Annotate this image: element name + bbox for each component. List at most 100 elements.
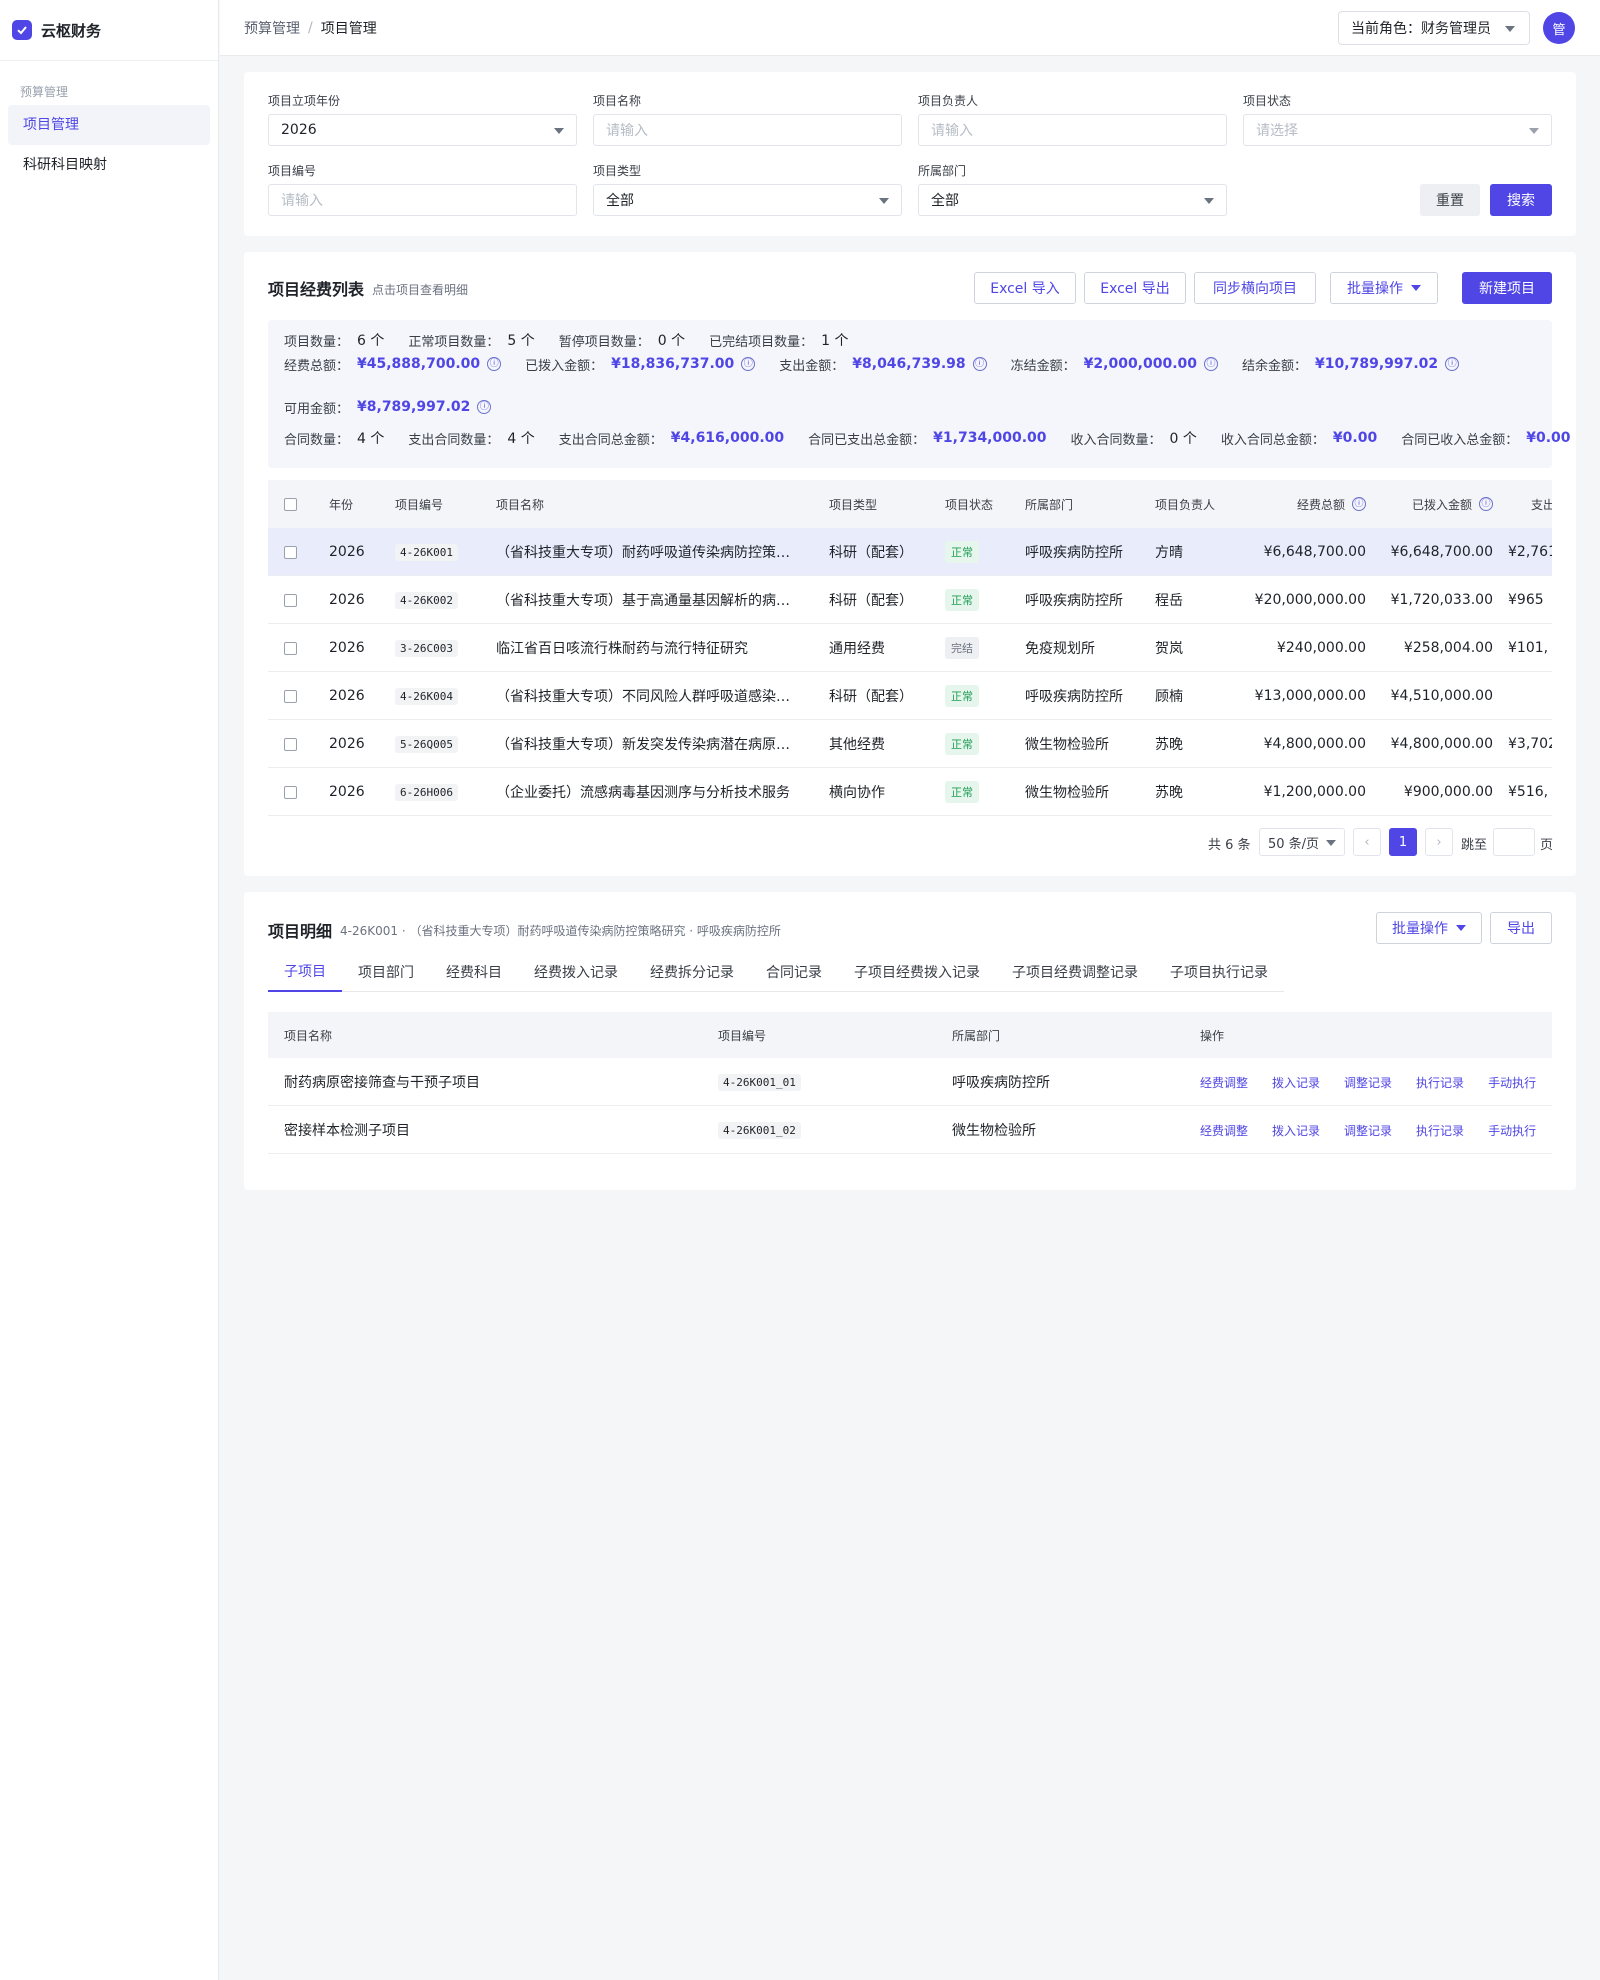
cell-spent: ¥516,	[1508, 768, 1552, 816]
pagination: 共 6 条 50 条/页 ‹ 1 › 跳至 页	[244, 828, 1576, 856]
project-type-label: 项目类型	[593, 164, 642, 178]
funded-text: ¥900,000.00	[1403, 784, 1493, 800]
col-funded: 已拨入金额 ⓘ	[1368, 480, 1493, 528]
project-type-select[interactable]: 全部	[593, 184, 902, 216]
info-icon[interactable]: ⓘ	[487, 357, 502, 371]
detail-batch-button[interactable]: 批量操作	[1376, 912, 1482, 944]
op-link-0[interactable]: 经费调整	[1200, 1074, 1248, 1091]
dept-select[interactable]: 全部	[918, 184, 1227, 216]
row-checkbox[interactable]	[284, 624, 297, 672]
tab-8[interactable]: 子项目执行记录	[1154, 952, 1284, 992]
reset-button[interactable]: 重置	[1420, 184, 1480, 216]
stats-panel: 项目数量： 6 个 正常项目数量： 5 个 暂停项目数量： 0 个 已完结项目数量： 1…	[268, 320, 1571, 468]
info-icon[interactable]: ⓘ	[972, 357, 987, 371]
stat-key: 冻结金额：	[1010, 358, 1076, 374]
page-unit-label: 页	[1540, 838, 1554, 853]
status-text: 完结	[945, 637, 979, 659]
table-row[interactable]: 2026 3-26C003 临江省百日咳流行株耐药与流行特征研究 通用经费 完结 免疫规划…	[268, 624, 1552, 672]
page-size-select[interactable]: 50 条/页	[1259, 828, 1345, 856]
table-row[interactable]: 2026 4-26K004 （省科技重大专项）不同风险人群呼吸道感染… 科研（配套） 正…	[268, 672, 1552, 720]
select-all-checkbox[interactable]	[284, 480, 297, 528]
info-icon[interactable]: ⓘ	[741, 357, 756, 371]
tab-7[interactable]: 子项目经费调整记录	[996, 952, 1154, 992]
cell-status: 正常	[945, 720, 979, 768]
row-checkbox[interactable]	[284, 672, 297, 720]
owner-input[interactable]: 请输入	[918, 114, 1227, 146]
prev-page-button[interactable]: ‹	[1353, 828, 1381, 856]
new-project-button[interactable]: 新建项目	[1462, 272, 1552, 304]
year-text: 2026	[329, 736, 365, 752]
info-icon[interactable]: ⓘ	[1479, 497, 1493, 511]
breadcrumb-budget[interactable]: 预算管理	[244, 18, 300, 38]
col-total-label: 经费总额	[1296, 497, 1345, 512]
op-link-3[interactable]: 执行记录	[1416, 1074, 1464, 1091]
op-link-2[interactable]: 调整记录	[1344, 1122, 1392, 1139]
project-name-input[interactable]: 请输入	[593, 114, 902, 146]
tab-4[interactable]: 经费拆分记录	[634, 952, 750, 992]
op-link-3[interactable]: 执行记录	[1416, 1122, 1464, 1139]
detail-export-button[interactable]: 导出	[1490, 912, 1552, 944]
app-title: 云枢财务	[41, 21, 102, 40]
stats-row-available: 可用金额： ¥8,789,997.02 ⓘ	[284, 397, 515, 417]
funded-text: ¥258,004.00	[1403, 640, 1493, 656]
col-total: 经费总额 ⓘ	[1238, 480, 1366, 528]
table-row[interactable]: 2026 4-26K002 （省科技重大专项）基于高通量基因解析的病… 科研（配套） 正…	[268, 576, 1552, 624]
page-1-button[interactable]: 1	[1389, 828, 1417, 856]
sub-ops: 经费调整 拨入记录 调整记录 执行记录 手动执行	[1200, 1106, 1560, 1154]
stat-item: 正常项目数量： 5 个	[408, 330, 534, 350]
tab-6[interactable]: 子项目经费拨入记录	[838, 952, 996, 992]
role-select[interactable]: 当前角色：财务管理员	[1338, 11, 1530, 45]
row-checkbox[interactable]	[284, 720, 297, 768]
dept-select-value: 全部	[931, 193, 959, 209]
sub-name-text: 耐药病原密接筛查与干预子项目	[284, 1075, 480, 1091]
table-row[interactable]: 2026 5-26Q005 （省科技重大专项）新发突发传染病潜在病原… 其他经费 正常 微…	[268, 720, 1552, 768]
cell-year: 2026	[329, 576, 365, 624]
info-icon[interactable]: ⓘ	[477, 400, 492, 414]
excel-import-button[interactable]: Excel 导入	[974, 272, 1076, 304]
cell-status: 正常	[945, 576, 979, 624]
tab-1[interactable]: 项目部门	[342, 952, 430, 992]
jump-page-input[interactable]	[1493, 828, 1535, 856]
cell-funded: ¥1,720,033.00	[1368, 576, 1493, 624]
stat-value: ¥8,789,997.02	[357, 399, 471, 415]
stat-key: 收入合同总金额：	[1220, 432, 1325, 448]
cell-spent: ¥965	[1508, 576, 1552, 624]
op-link-1[interactable]: 拨入记录	[1272, 1122, 1320, 1139]
stat-key: 支出合同总金额：	[558, 432, 663, 448]
sidebar-item-subject-mapping[interactable]: 科研科目映射	[8, 145, 210, 185]
op-link-1[interactable]: 拨入记录	[1272, 1074, 1320, 1091]
row-checkbox[interactable]	[284, 576, 297, 624]
table-row[interactable]: 2026 6-26H006 （企业委托）流感病毒基因测序与分析技术服务 横向协作 正常 微…	[268, 768, 1552, 816]
project-code-input[interactable]: 请输入	[268, 184, 577, 216]
next-page-button[interactable]: ›	[1425, 828, 1453, 856]
op-link-4[interactable]: 手动执行	[1488, 1122, 1536, 1139]
search-button[interactable]: 搜索	[1490, 184, 1552, 216]
sync-horizontal-button[interactable]: 同步横向项目	[1194, 272, 1316, 304]
row-checkbox[interactable]	[284, 528, 297, 576]
subproject-row: 耐药病原密接筛查与干预子项目 4-26K001_01 呼吸疾病防控所 经费调整 拨入记录…	[268, 1058, 1552, 1106]
op-link-0[interactable]: 经费调整	[1200, 1122, 1248, 1139]
subproject-table-header: 项目名称 项目编号 所属部门 操作	[268, 1012, 1552, 1058]
tab-2[interactable]: 经费科目	[430, 952, 518, 992]
info-icon[interactable]: ⓘ	[1352, 497, 1366, 511]
status-select[interactable]: 请选择	[1243, 114, 1552, 146]
year-select[interactable]: 2026	[268, 114, 577, 146]
op-link-2[interactable]: 调整记录	[1344, 1074, 1392, 1091]
sidebar-item-project-management[interactable]: 项目管理	[8, 105, 210, 145]
excel-export-button[interactable]: Excel 导出	[1084, 272, 1186, 304]
info-icon[interactable]: ⓘ	[1445, 357, 1460, 371]
cell-code: 4-26K002	[395, 576, 458, 624]
row-checkbox[interactable]	[284, 768, 297, 816]
tab-5[interactable]: 合同记录	[750, 952, 838, 992]
year-text: 2026	[329, 640, 365, 656]
info-icon[interactable]: ⓘ	[1204, 357, 1219, 371]
chevron-down-icon	[1326, 840, 1336, 846]
tab-3[interactable]: 经费拨入记录	[518, 952, 634, 992]
stats-row-amounts: 经费总额： ¥45,888,700.00 ⓘ 已拨入金额： ¥18,836,737.0…	[284, 354, 1483, 374]
table-row[interactable]: 2026 4-26K001 （省科技重大专项）耐药呼吸道传染病防控策… 科研（配套） 正…	[268, 528, 1552, 576]
batch-operation-button[interactable]: 批量操作	[1330, 272, 1438, 304]
cell-status: 完结	[945, 624, 979, 672]
avatar[interactable]: 管	[1543, 12, 1575, 44]
op-link-4[interactable]: 手动执行	[1488, 1074, 1536, 1091]
tab-0[interactable]: 子项目	[268, 952, 342, 992]
